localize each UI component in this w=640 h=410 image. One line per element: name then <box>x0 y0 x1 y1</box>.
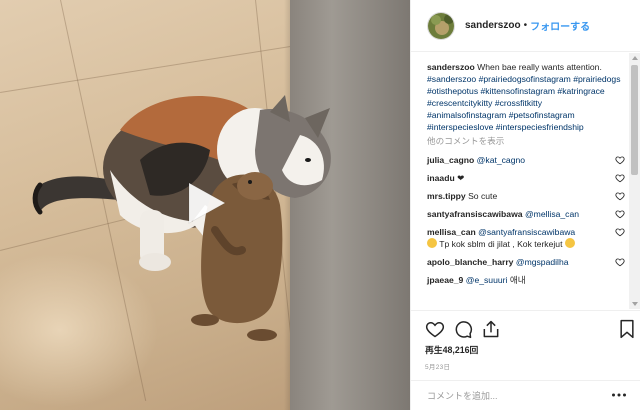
grinning-face-emoji-icon <box>564 238 575 248</box>
comment-mention[interactable]: @santyafransiscawibawa <box>478 227 575 237</box>
comment-mention[interactable]: @mgspadilha <box>516 257 569 267</box>
comment-input[interactable] <box>427 390 597 401</box>
comment-item: julia_cagno @kat_cagno <box>427 154 627 166</box>
comment-username[interactable]: apolo_blanche_harry <box>427 257 513 267</box>
comment-text: So cute <box>468 191 498 201</box>
comment-username[interactable]: inaadu <box>427 173 455 183</box>
like-comment-heart-icon[interactable] <box>615 155 625 165</box>
comment-text: ❤ <box>457 173 465 183</box>
scroll-down-arrow-icon[interactable] <box>632 302 638 306</box>
comment-item: mrs.tippy So cute <box>427 190 627 202</box>
hashtag[interactable]: #otisthepotus <box>427 86 478 96</box>
like-comment-heart-icon[interactable] <box>615 191 625 201</box>
caption-username[interactable]: sanderszoo <box>427 62 475 72</box>
play-icon[interactable] <box>183 181 227 225</box>
hashtag[interactable]: #sanderszoo <box>427 74 476 84</box>
hashtag[interactable]: #crossfitkitty <box>495 98 542 108</box>
hashtag[interactable]: #katringrace <box>557 86 604 96</box>
post-date[interactable]: 5月23日 <box>425 361 640 371</box>
comments-scrollbar[interactable] <box>629 53 640 309</box>
post-caption: sanderszoo When bae really wants attenti… <box>427 61 622 133</box>
like-comment-heart-icon[interactable] <box>615 173 625 183</box>
hashtag[interactable]: #interspecieslove <box>427 122 493 132</box>
comment-list: julia_cagno @kat_cagno inaadu ❤ mrs.tipp… <box>427 154 627 286</box>
view-count[interactable]: 再生48,216回 <box>425 343 640 356</box>
avatar[interactable] <box>427 11 455 40</box>
comment-mention[interactable]: @e_suuuri <box>466 275 508 285</box>
view-all-comments-link[interactable]: 他のコメントを表示 <box>427 135 627 147</box>
post-panel: sanderszoo • フォローする sanderszoo When bae … <box>410 0 640 410</box>
post-actions: 再生48,216回 5月23日 <box>411 310 640 380</box>
comment-username[interactable]: julia_cagno <box>427 155 474 165</box>
hashtag[interactable]: #kittensofinstagram <box>481 86 556 96</box>
follow-button[interactable]: フォローする <box>530 18 590 33</box>
like-comment-heart-icon[interactable] <box>615 257 625 267</box>
share-icon[interactable] <box>481 319 501 339</box>
hashtag[interactable]: #crescentcitykitty <box>427 98 492 108</box>
comment-username[interactable]: mrs.tippy <box>427 191 466 201</box>
video-player[interactable] <box>0 0 410 410</box>
scroll-up-arrow-icon[interactable] <box>632 56 638 60</box>
header-separator: • <box>523 20 528 31</box>
comments-section[interactable]: sanderszoo When bae really wants attenti… <box>411 53 640 309</box>
heart-icon[interactable] <box>425 319 445 339</box>
comment-username[interactable]: jpaeae_9 <box>427 275 463 285</box>
comment-item: apolo_blanche_harry @mgspadilha <box>427 256 627 268</box>
comment-item: santyafransiscawibawa @mellisa_can <box>427 208 627 220</box>
hashtag[interactable]: #interspeciesfriendship <box>496 122 584 132</box>
hashtag[interactable]: #animalsofinstagram <box>427 110 506 120</box>
comment-username[interactable]: santyafransiscawibawa <box>427 209 523 219</box>
like-comment-heart-icon[interactable] <box>615 227 625 237</box>
bookmark-icon[interactable] <box>617 319 637 339</box>
comment-item: jpaeae_9 @e_suuuri 애내 <box>427 274 627 286</box>
post-header: sanderszoo • フォローする <box>411 0 640 52</box>
action-icons-row <box>425 311 640 343</box>
comment-mention[interactable]: @kat_cagno <box>477 155 525 165</box>
scroll-thumb[interactable] <box>631 65 638 175</box>
like-comment-heart-icon[interactable] <box>615 209 625 219</box>
more-options-icon[interactable] <box>611 390 627 400</box>
grinning-face-emoji-icon <box>427 238 437 248</box>
comment-text: 애내 <box>509 275 526 285</box>
comment-item: mellisa_can @santyafransiscawibawa Tp ko… <box>427 226 627 250</box>
add-comment-bar <box>411 380 640 410</box>
hashtag[interactable]: #prairiedogs <box>573 74 620 84</box>
comment-text: Tp kok sblm di jilat , Kok terkejut <box>439 239 563 249</box>
header-username[interactable]: sanderszoo <box>465 20 521 31</box>
caption-text: When bae really wants attention. <box>477 62 602 72</box>
comment-item: inaadu ❤ <box>427 172 627 184</box>
comment-username[interactable]: mellisa_can <box>427 227 476 237</box>
comment-icon[interactable] <box>453 319 473 339</box>
avatar-image <box>428 12 454 39</box>
comment-mention[interactable]: @mellisa_can <box>525 209 579 219</box>
hashtag[interactable]: #petsofinstagram <box>509 110 575 120</box>
hashtag[interactable]: #prairiedogsofinstagram <box>479 74 571 84</box>
